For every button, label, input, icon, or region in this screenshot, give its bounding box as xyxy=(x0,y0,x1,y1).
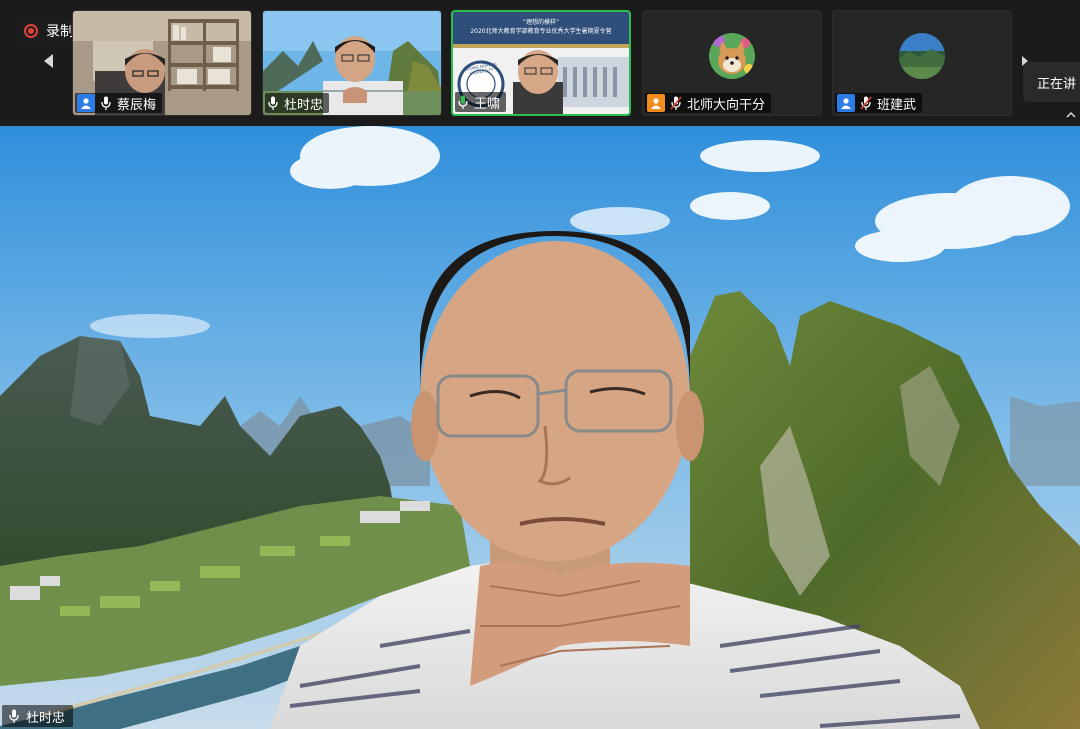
participant-strip: 录制中 蔡辰梅 杜时忠 “理想的模样” 2020北师大教育学部教育专业优秀大学生… xyxy=(0,0,1080,126)
participant-name: 北师大向干分 xyxy=(687,97,766,113)
record-icon xyxy=(24,24,38,38)
microphone-icon xyxy=(267,96,279,110)
speaking-indicator[interactable]: 正在讲 xyxy=(1023,62,1080,102)
participant-tile[interactable]: 北师大向干分 xyxy=(642,10,822,116)
slide-title-line: “理想的模样” xyxy=(522,19,560,26)
participant-label: 蔡辰梅 xyxy=(75,93,163,113)
user-icon xyxy=(77,94,95,112)
microphone-icon xyxy=(457,95,469,109)
participant-label: 北师大向干分 xyxy=(645,93,772,113)
microphone-muted-icon xyxy=(670,96,682,110)
speaking-label: 正在讲 xyxy=(1037,76,1077,92)
virtual-background xyxy=(0,126,1080,729)
chevron-left-icon[interactable] xyxy=(44,54,53,68)
main-speaker-name: 杜时忠 xyxy=(26,710,66,726)
participant-label: 王啸 xyxy=(455,92,507,112)
main-speaker-video: 杜时忠 xyxy=(0,126,1080,729)
participant-label: 杜时忠 xyxy=(265,93,330,113)
user-icon xyxy=(837,94,855,112)
participant-tile-active[interactable]: “理想的模样” 2020北师大教育学部教育专业优秀大学生暑期夏令营 BEIJIN… xyxy=(451,10,631,116)
participant-tile[interactable]: 杜时忠 xyxy=(262,10,442,116)
microphone-icon xyxy=(8,709,20,723)
microphone-icon xyxy=(100,96,112,110)
participant-name: 王啸 xyxy=(474,96,501,112)
user-icon xyxy=(647,94,665,112)
participant-name: 杜时忠 xyxy=(284,97,324,113)
microphone-muted-icon xyxy=(860,96,872,110)
main-speaker-label: 杜时忠 xyxy=(2,705,74,727)
slide-subtitle-line: 2020北师大教育学部教育专业优秀大学生暑期夏令营 xyxy=(470,28,612,35)
meeting-window: 录制中 蔡辰梅 杜时忠 “理想的模样” 2020北师大教育学部教育专业优秀大学生… xyxy=(0,0,1080,729)
participant-tile[interactable]: 班建武 xyxy=(832,10,1012,116)
avatar xyxy=(709,33,755,79)
participant-name: 班建武 xyxy=(877,97,917,113)
chevron-up-icon[interactable] xyxy=(1066,110,1076,120)
participant-label: 班建武 xyxy=(835,93,923,113)
slide-title: “理想的模样” 2020北师大教育学部教育专业优秀大学生暑期夏令营 xyxy=(453,18,629,36)
participant-tile[interactable]: 蔡辰梅 xyxy=(72,10,252,116)
participant-name: 蔡辰梅 xyxy=(117,97,157,113)
avatar xyxy=(899,33,945,79)
